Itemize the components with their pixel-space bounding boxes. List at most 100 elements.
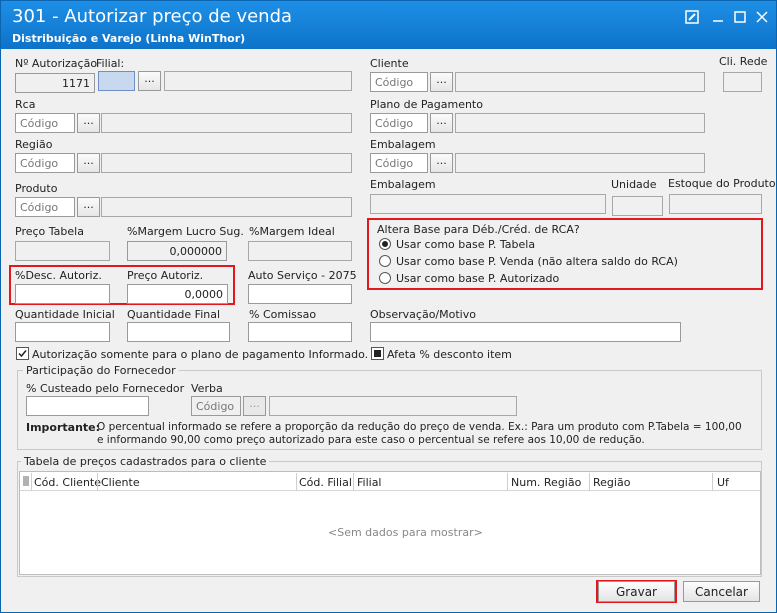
col-cod-cliente[interactable]: Cód. Cliente	[34, 476, 101, 489]
window-title: 301 - Autorizar preço de venda	[12, 6, 293, 27]
plano-name-field	[455, 113, 705, 133]
verba-label: Verba	[191, 382, 223, 395]
verba-code-input[interactable]: Código	[191, 396, 241, 416]
preco-autoriz-label: Preço Autoriz.	[127, 269, 204, 282]
embalagem2-label: Embalagem	[370, 178, 436, 191]
embalagem2-field	[370, 194, 606, 214]
radio-base-autorizado[interactable]	[379, 272, 391, 284]
custeado-input[interactable]	[26, 396, 149, 416]
produto-search-button[interactable]: ...	[77, 197, 100, 217]
col-regiao[interactable]: Região	[593, 476, 630, 489]
estoque-field	[669, 194, 762, 214]
produto-label: Produto	[15, 182, 58, 195]
embalagem-label: Embalagem	[370, 138, 436, 151]
embalagem-search-button[interactable]: ...	[430, 153, 453, 173]
radio-base-venda-label: Usar como base P. Venda (não altera sald…	[396, 255, 678, 268]
produto-code-input[interactable]: Código	[15, 197, 75, 217]
margem-ideal-label: %Margem Ideal	[249, 225, 335, 238]
cliente-label: Cliente	[370, 57, 409, 70]
plano-label: Plano de Pagamento	[370, 98, 483, 111]
autorizacao-field: 1171	[15, 73, 95, 93]
cliente-code-input[interactable]: Código	[370, 72, 428, 92]
comissao-input[interactable]	[248, 322, 352, 342]
col-uf[interactable]: Uf	[717, 476, 729, 489]
filial-name-field	[164, 71, 352, 91]
preco-autoriz-input[interactable]: 0,0000	[127, 284, 228, 304]
plano-search-button[interactable]: ...	[430, 113, 453, 133]
grid-rowselector-icon	[22, 476, 30, 489]
col-cod-filial[interactable]: Cód. Filial	[299, 476, 352, 489]
grid-separator	[31, 473, 32, 491]
rca-name-field	[101, 113, 352, 133]
qtd-inicial-input[interactable]	[15, 322, 110, 342]
regiao-name-field	[101, 153, 352, 173]
rca-search-button[interactable]: ...	[77, 113, 100, 133]
rca-label: Rca	[15, 98, 36, 111]
grid-separator	[507, 473, 508, 491]
grid-separator	[589, 473, 590, 491]
produto-name-field	[101, 197, 352, 217]
afeta-desconto-label: Afeta % desconto item	[387, 348, 512, 361]
col-cliente[interactable]: Cliente	[101, 476, 140, 489]
margem-sug-label: %Margem Lucro Sug.	[127, 225, 244, 238]
dialog-window: 301 - Autorizar preço de venda Distribui…	[0, 0, 777, 613]
edit-icon[interactable]	[679, 7, 705, 27]
custeado-label: % Custeado pelo Fornecedor	[26, 382, 185, 395]
cancelar-button[interactable]: Cancelar	[683, 581, 760, 602]
importante-label: Importante:	[26, 421, 101, 434]
regiao-search-button[interactable]: ...	[77, 153, 100, 173]
cliente-search-button[interactable]: ...	[430, 72, 453, 92]
somente-plano-label: Autorização somente para o plano de paga…	[32, 348, 369, 361]
observacao-label: Observação/Motivo	[370, 308, 476, 321]
filial-label: Filial:	[96, 57, 125, 70]
regiao-code-input[interactable]: Código	[15, 153, 75, 173]
unidade-field	[612, 196, 663, 216]
importante-line-1: O percentual informado se refere a propo…	[97, 421, 742, 433]
grid-separator	[97, 473, 98, 491]
cliente-name-field	[455, 72, 705, 92]
auto-servico-label: Auto Serviço - 2075	[248, 269, 357, 282]
title-bar[interactable]: 301 - Autorizar preço de venda Distribui…	[1, 1, 776, 49]
radio-base-tabela-label: Usar como base P. Tabela	[396, 238, 536, 251]
somente-plano-checkbox[interactable]	[16, 347, 29, 360]
cli-rede-label: Cli. Rede	[719, 55, 768, 68]
desc-autoriz-label: %Desc. Autoriz.	[15, 269, 102, 282]
qtd-final-input[interactable]	[127, 322, 230, 342]
qtd-final-label: Quantidade Final	[127, 308, 221, 321]
preco-tabela-field	[15, 241, 110, 261]
tabela-title: Tabela de preços cadastrados para o clie…	[21, 455, 270, 468]
comissao-label: % Comissao	[249, 308, 317, 321]
filial-code-input[interactable]	[98, 71, 135, 91]
cli-rede-field	[723, 72, 762, 92]
embalagem-name-field	[455, 153, 705, 173]
radio-base-tabela[interactable]	[379, 238, 391, 250]
altera-base-title: Altera Base para Déb./Créd. de RCA?	[377, 223, 580, 236]
margem-sug-field: 0,000000	[127, 241, 227, 261]
regiao-label: Região	[15, 138, 53, 151]
rca-code-input[interactable]: Código	[15, 113, 75, 133]
importante-line-2: e informando 90,00 como preço autorizado…	[97, 434, 645, 446]
grid-separator	[296, 473, 297, 491]
verba-name-field	[269, 396, 517, 416]
gravar-button[interactable]: Gravar	[598, 581, 675, 602]
radio-base-venda[interactable]	[379, 255, 391, 267]
afeta-desconto-checkbox[interactable]	[371, 347, 384, 360]
desc-autoriz-input[interactable]	[15, 284, 110, 304]
grid-separator	[712, 473, 713, 491]
verba-search-button[interactable]: ...	[243, 396, 266, 416]
qtd-inicial-label: Quantidade Inicial	[15, 308, 115, 321]
col-filial[interactable]: Filial	[357, 476, 382, 489]
autorizacao-label: Nº Autorização	[15, 57, 98, 70]
plano-code-input[interactable]: Código	[370, 113, 428, 133]
col-num-regiao[interactable]: Num. Região	[511, 476, 581, 489]
unidade-label: Unidade	[611, 178, 657, 191]
margem-ideal-field	[248, 241, 352, 261]
observacao-input[interactable]	[370, 322, 681, 342]
filial-search-button[interactable]: ...	[138, 71, 161, 91]
grid-empty-text: <Sem dados para mostrar>	[328, 526, 483, 539]
embalagem-code-input[interactable]: Código	[370, 153, 428, 173]
close-icon[interactable]	[749, 7, 775, 27]
estoque-label: Estoque do Produto	[668, 177, 776, 190]
radio-base-autorizado-label: Usar como base P. Autorizado	[396, 272, 560, 285]
auto-servico-input[interactable]	[248, 284, 352, 304]
